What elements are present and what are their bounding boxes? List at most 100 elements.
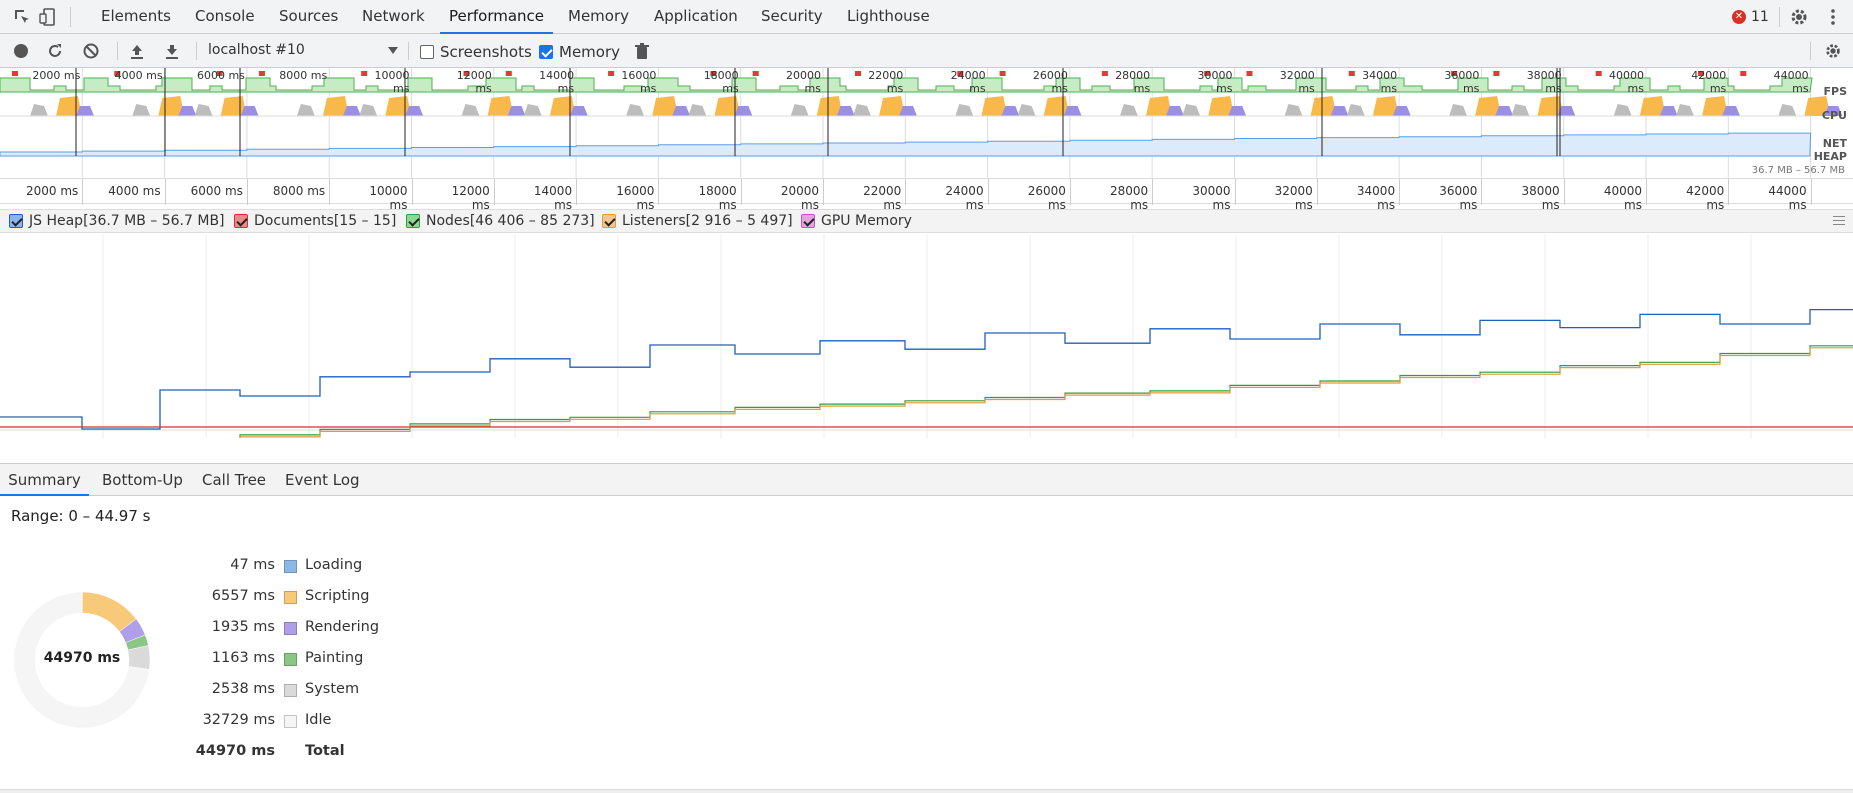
inspect-element-icon[interactable] xyxy=(12,7,32,27)
long-frame-marker xyxy=(1493,71,1500,76)
summary-row-idle: 32729 ms Idle xyxy=(0,712,400,732)
tab-elements[interactable]: Elements xyxy=(101,0,171,34)
summary-label: System xyxy=(305,681,360,697)
ruler-tick-label: 20000 ms xyxy=(786,69,821,95)
tab-performance[interactable]: Performance xyxy=(440,0,553,34)
summary-value: 1163 ms xyxy=(211,650,275,666)
ruler-tick-label: 4000 ms xyxy=(114,69,163,82)
ruler-gridline xyxy=(1646,179,1647,205)
ruler-tick-label: 26000 ms xyxy=(1027,184,1066,212)
legend-swatch xyxy=(284,591,297,604)
counter-graph-canvas xyxy=(0,234,1853,450)
tab-sources[interactable]: Sources xyxy=(279,0,338,34)
reload-record-icon[interactable] xyxy=(46,42,64,60)
summary-row-total: 44970 ms Total xyxy=(0,743,400,763)
ruler-tick-label: 18000 ms xyxy=(703,69,739,95)
target-select[interactable]: localhost #10 xyxy=(208,42,398,60)
ruler-tick-label: 2000 ms xyxy=(32,69,81,82)
counter-js-heap[interactable]: JS Heap[36.7 MB – 56.7 MB] xyxy=(9,213,225,229)
ruler-gridline xyxy=(164,179,166,205)
screenshots-label: Screenshots xyxy=(440,43,532,61)
counter-checkbox[interactable] xyxy=(801,214,815,228)
ruler-tick-label: 10000 ms xyxy=(369,184,408,212)
device-toolbar-icon[interactable] xyxy=(38,7,58,27)
summary-label: Loading xyxy=(305,557,363,573)
ruler-gridline xyxy=(987,179,989,205)
panel-menu-icon[interactable] xyxy=(1833,216,1845,225)
tab-summary[interactable]: Summary xyxy=(0,464,89,496)
long-frame-marker xyxy=(999,71,1006,76)
tab-security[interactable]: Security xyxy=(761,0,823,34)
error-count: 11 xyxy=(1751,9,1769,25)
counter-gpu-memory[interactable]: GPU Memory xyxy=(801,213,912,229)
summary-label: Idle xyxy=(305,712,332,728)
memory-checkbox[interactable] xyxy=(539,45,553,59)
ruler-gridline xyxy=(1810,179,1812,205)
error-counter[interactable]: ✕ 11 xyxy=(1732,7,1769,27)
chevron-down-icon xyxy=(388,47,398,54)
settings-gear-icon[interactable] xyxy=(1789,7,1809,27)
counter-listeners[interactable]: Listeners[2 916 – 5 497] xyxy=(602,213,793,229)
counter-checkbox[interactable] xyxy=(602,214,616,228)
counters-legend: JS Heap[36.7 MB – 56.7 MB] Documents[15 … xyxy=(0,209,1853,233)
tab-lighthouse[interactable]: Lighthouse xyxy=(847,0,930,34)
ruler-tick-label: 42000 ms xyxy=(1691,69,1727,95)
ruler-gridline xyxy=(905,179,907,205)
summary-row-rendering: 1935 ms Rendering xyxy=(0,619,400,639)
long-frame-marker xyxy=(1740,71,1747,76)
ruler-gridline xyxy=(658,179,660,205)
collect-garbage-trash-icon[interactable] xyxy=(633,42,651,60)
legend-swatch xyxy=(284,560,297,573)
tab-network[interactable]: Network xyxy=(362,0,425,34)
record-icon[interactable] xyxy=(12,42,30,60)
ruler-tick-label: 30000 ms xyxy=(1192,184,1231,212)
counter-label: JS Heap[36.7 MB – 56.7 MB] xyxy=(29,213,225,229)
ruler-gridline xyxy=(1069,179,1071,205)
ruler-tick-label: 6000 ms xyxy=(196,69,245,82)
counter-checkbox[interactable] xyxy=(9,214,23,228)
ruler-gridline xyxy=(493,179,495,205)
ruler-tick-label: 460 xyxy=(1835,184,1853,198)
timeline-overview[interactable]: 2000 ms 4000 ms 6000 ms 8000 ms 10000 ms 1200… xyxy=(0,68,1853,178)
counter-checkbox[interactable] xyxy=(234,214,248,228)
save-profile-icon[interactable] xyxy=(163,42,181,60)
ruler-tick-label: 46 xyxy=(1839,69,1853,82)
ruler-tick-label: 44000 ms xyxy=(1773,69,1809,95)
ruler-tick-label: 20000 ms xyxy=(780,184,819,212)
counter-nodes[interactable]: Nodes[46 406 – 85 273] xyxy=(406,213,595,229)
main-ruler: 2000 ms 4000 ms 6000 ms 8000 ms 10000 ms 1200… xyxy=(0,178,1853,212)
capture-settings-gear-icon[interactable] xyxy=(1824,42,1842,60)
ruler-gridline xyxy=(1152,179,1154,205)
counter-checkbox[interactable] xyxy=(406,214,420,228)
counter-label: Nodes[46 406 – 85 273] xyxy=(426,213,595,229)
counter-documents[interactable]: Documents[15 – 15] xyxy=(234,213,396,229)
clear-icon[interactable] xyxy=(82,42,100,60)
summary-row-scripting: 6557 ms Scripting xyxy=(0,588,400,608)
counter-graph[interactable] xyxy=(0,234,1853,450)
load-profile-icon[interactable] xyxy=(128,42,146,60)
ruler-tick-label: 24000 ms xyxy=(945,184,984,212)
summary-value: 2538 ms xyxy=(211,681,275,697)
error-icon: ✕ xyxy=(1732,10,1746,24)
lane-label-fps: FPS xyxy=(1823,85,1848,98)
lane-label-net: NET xyxy=(1822,137,1847,150)
tab-call-tree[interactable]: Call Tree xyxy=(202,464,266,496)
ruler-gridline xyxy=(823,179,824,205)
tab-bottom-up[interactable]: Bottom-Up xyxy=(102,464,183,496)
tab-event-log[interactable]: Event Log xyxy=(285,464,360,496)
toolbar-divider xyxy=(117,42,118,60)
memory-toggle[interactable]: Memory xyxy=(539,43,620,61)
ruler-tick-label: 4000 ms xyxy=(108,184,161,198)
long-frame-marker xyxy=(12,71,18,76)
screenshots-checkbox[interactable] xyxy=(420,45,434,59)
tab-console[interactable]: Console xyxy=(195,0,255,34)
more-options-icon[interactable] xyxy=(1823,7,1843,27)
long-frame-marker xyxy=(258,71,265,76)
screenshots-toggle[interactable]: Screenshots xyxy=(420,43,532,61)
bottom-scrollbar[interactable] xyxy=(0,789,1853,793)
tab-memory[interactable]: Memory xyxy=(568,0,629,34)
ruler-tick-label: 30000 ms xyxy=(1197,69,1233,95)
ruler-tick-label: 2000 ms xyxy=(26,184,79,198)
ruler-tick-label: 36000 ms xyxy=(1439,184,1478,212)
tab-application[interactable]: Application xyxy=(654,0,738,34)
